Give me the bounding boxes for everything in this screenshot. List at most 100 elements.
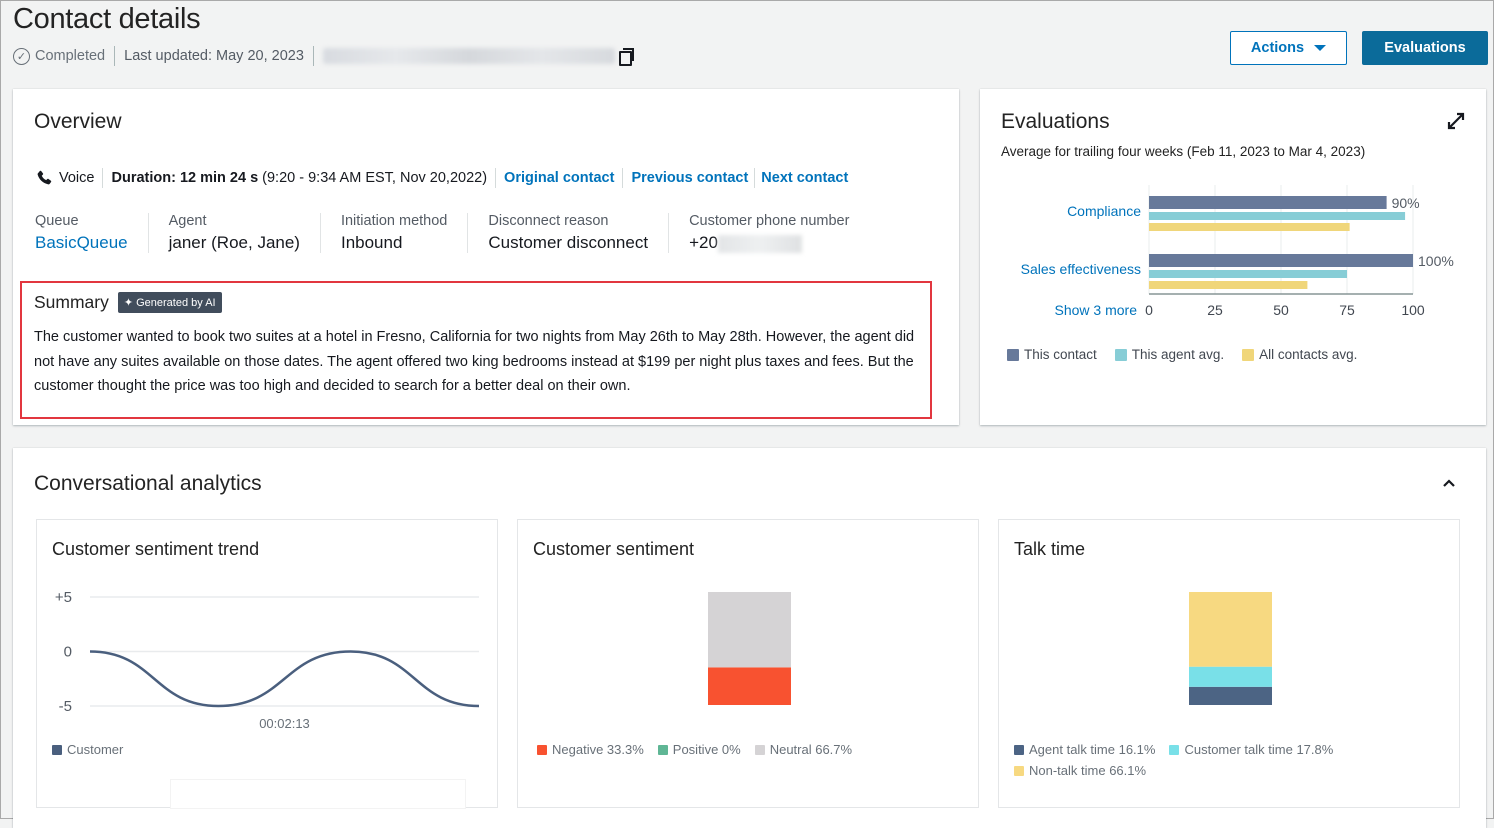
legend-item: This agent avg. <box>1114 347 1224 362</box>
x-tick-label: 100 <box>1401 302 1425 318</box>
contact-summary-row: Voice Duration: 12 min 24 s (9:20 - 9:34… <box>35 168 848 188</box>
evaluations-title: Evaluations <box>1001 110 1110 133</box>
phone-redacted <box>717 234 802 253</box>
summary-text: The customer wanted to book two suites a… <box>34 329 915 394</box>
field-label: Agent <box>168 213 207 229</box>
stack-segment-non-talk-time <box>1189 592 1272 667</box>
contact-meta-row: ✓ Completed Last updated: May 20, 2023 <box>13 45 634 67</box>
legend-item: This contact <box>1007 347 1097 362</box>
legend-label: Non-talk time 66.1% <box>1029 763 1147 778</box>
field-initiation-method: Initiation method Inbound <box>319 213 467 253</box>
field-agent: Agent janer (Roe, Jane) <box>147 213 320 253</box>
x-tick-label: 0 <box>1145 302 1153 318</box>
legend-label: Agent talk time 16.1% <box>1029 742 1156 757</box>
legend-label: Positive 0% <box>672 742 741 757</box>
field-label: Initiation method <box>340 213 448 229</box>
summary-section: Summary ✦ Generated by AI The customer w… <box>20 281 932 419</box>
talk-time-title: Talk time <box>1014 539 1086 559</box>
talk-time-legend: Agent talk time 16.1% Customer talk time … <box>1014 742 1394 778</box>
field-label: Queue <box>35 213 79 229</box>
generated-by-ai-badge: ✦ Generated by AI <box>117 292 222 313</box>
bar-this-contact-0 <box>1149 196 1387 209</box>
legend-swatch <box>754 744 765 755</box>
badge-label: Generated by AI <box>136 296 216 309</box>
overview-title: Overview <box>34 110 122 133</box>
previous-contact-link[interactable]: Previous contact <box>631 170 748 186</box>
evaluations-button[interactable]: Evaluations <box>1362 31 1488 65</box>
legend-swatch <box>1014 744 1024 755</box>
legend-label: Negative 33.3% <box>552 742 644 757</box>
divider <box>754 168 756 188</box>
x-tick-label: 50 <box>1273 302 1289 318</box>
divider <box>102 168 104 188</box>
field-disconnect-reason: Disconnect reason Customer disconnect <box>467 213 668 253</box>
field-value: Inbound <box>340 233 403 252</box>
status-text: Completed <box>35 48 106 64</box>
category-link-sales-effectiveness: Sales effectiveness <box>1021 261 1141 277</box>
conversational-analytics-card: Conversational analytics Customer sentim… <box>13 448 1486 828</box>
chevron-up-icon[interactable] <box>1442 478 1456 488</box>
y-tick-label: 0 <box>64 644 72 661</box>
legend-swatch <box>1242 348 1255 361</box>
evaluations-subtitle: Average for trailing four weeks (Feb 11,… <box>1001 144 1366 159</box>
overview-card: Overview Voice Duration: 12 min 24 s (9:… <box>13 89 959 425</box>
legend-swatch <box>1169 744 1180 755</box>
customer-sentiment-chart <box>708 592 791 705</box>
legend-swatch <box>1007 348 1019 361</box>
legend-swatch <box>1114 348 1127 361</box>
copy-icon[interactable] <box>618 48 634 66</box>
legend-swatch <box>537 744 547 755</box>
data-label: 90% <box>1392 195 1420 211</box>
sentiment-trend-card: Customer sentiment trend +5 0 -5 00:02:13 C… <box>36 519 498 809</box>
expand-icon[interactable] <box>1446 111 1466 131</box>
summary-title: Summary <box>34 292 109 312</box>
evaluations-bar-chart: 0 25 50 75 100 Compliance 90% Sales effectivene… <box>1021 185 1454 318</box>
y-tick-label: -5 <box>59 698 72 715</box>
legend-item: All contacts avg. <box>1242 347 1357 362</box>
original-contact-link[interactable]: Original contact <box>504 170 614 186</box>
talk-time-card: Talk time Agent talk time 16.1% Customer … <box>998 519 1460 808</box>
bar-this-contact-1 <box>1149 254 1413 267</box>
field-customer-phone: Customer phone number +20 <box>668 213 869 253</box>
sentiment-trend-title: Customer sentiment trend <box>52 539 260 559</box>
divider <box>114 46 116 66</box>
analytics-title: Conversational analytics <box>34 472 262 495</box>
legend-item: Non-talk time 66.1% <box>1014 763 1146 778</box>
category-link-compliance: Compliance <box>1067 203 1141 219</box>
legend-item: Neutral 66.7% <box>754 742 852 757</box>
legend-item: Customer talk time 17.8% <box>1169 742 1333 757</box>
actions-dropdown-button[interactable]: Actions <box>1230 31 1347 65</box>
sparkle-icon: ✦ <box>123 297 134 309</box>
contact-id-redacted <box>322 48 615 64</box>
divider <box>312 46 314 66</box>
legend-label: Customer <box>67 742 124 757</box>
queue-link[interactable]: BasicQueue <box>35 233 128 253</box>
check-circle-icon: ✓ <box>13 47 30 65</box>
talk-time-chart <box>1189 592 1272 705</box>
legend-item: Customer <box>52 742 123 757</box>
duration-label: Duration: 12 min 24 s <box>111 170 259 186</box>
field-value: +20 <box>689 233 849 253</box>
duration-detail: (9:20 - 9:34 AM EST, Nov 20,2022) <box>258 170 488 186</box>
stack-segment-negative <box>708 667 791 705</box>
sentiment-line <box>89 650 480 708</box>
x-tick-label: 00:02:13 <box>259 716 310 731</box>
x-tick-label: 75 <box>1339 302 1355 318</box>
bar-all-contacts-avg--1 <box>1149 281 1308 289</box>
stack-segment-agent-talk-time <box>1189 686 1272 705</box>
caret-down-icon <box>1314 45 1327 51</box>
next-contact-link[interactable]: Next contact <box>761 170 848 186</box>
legend-swatch <box>52 744 62 755</box>
legend-item: Positive 0% <box>657 742 741 757</box>
field-queue: Queue BasicQueue <box>35 213 148 253</box>
legend-item: Agent talk time 16.1% <box>1014 742 1155 757</box>
contact-fields: Queue BasicQueue Agent janer (Roe, Jane)… <box>35 213 869 253</box>
stack-segment-neutral <box>708 592 791 668</box>
show-more-link: Show 3 more <box>1055 302 1138 318</box>
legend-swatch <box>657 744 668 755</box>
legend-label: All contacts avg. <box>1259 347 1358 362</box>
y-tick-label: +5 <box>55 589 72 606</box>
summary-header: Summary ✦ Generated by AI <box>34 292 222 313</box>
field-label: Customer phone number <box>689 213 850 229</box>
customer-sentiment-title: Customer sentiment <box>533 539 695 559</box>
